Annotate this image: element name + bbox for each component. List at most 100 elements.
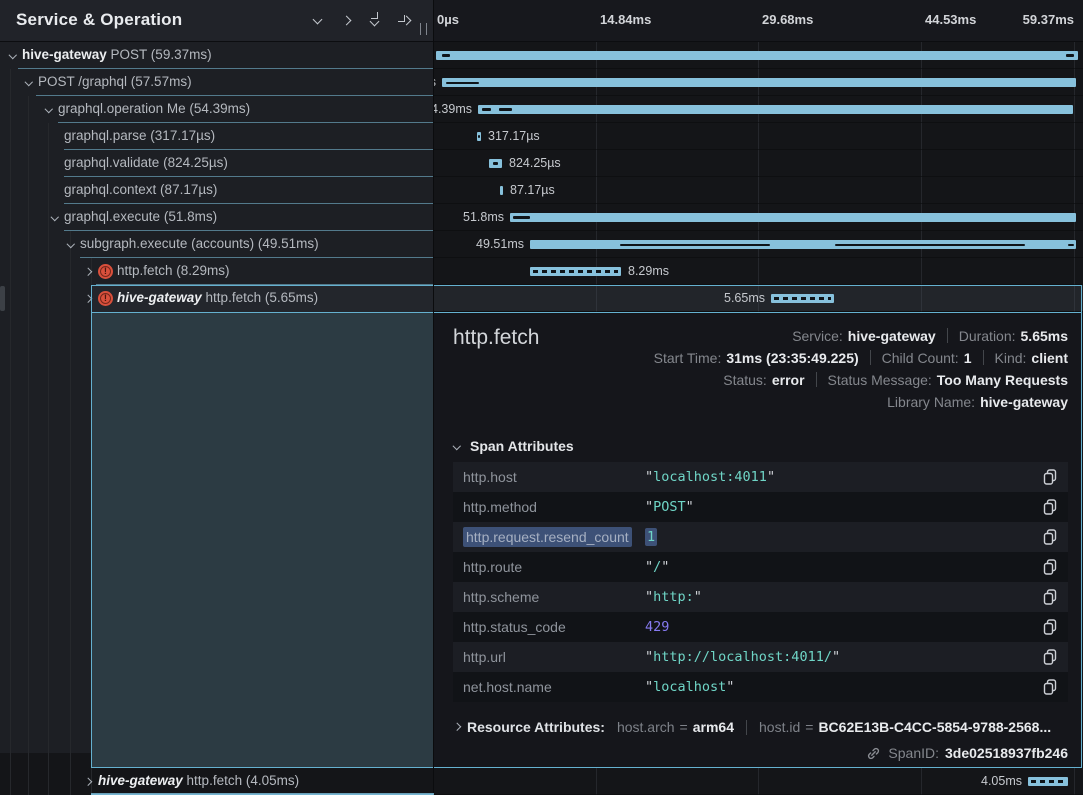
span-name-cell[interactable]: graphql.operation Me (54.39ms): [0, 96, 434, 123]
copy-icon[interactable]: [1043, 619, 1059, 635]
attribute-row[interactable]: http.scheme"http:": [453, 582, 1068, 612]
attribute-key: net.host.name: [463, 672, 552, 702]
attribute-key: http.url: [463, 642, 506, 672]
span-row[interactable]: subgraph.execute (accounts) (49.51ms)49.…: [0, 231, 1083, 258]
attribute-row[interactable]: http.url "http://localhost:4011/": [453, 642, 1068, 672]
span-attributes-table: http.host"localhost:4011"http.method"POS…: [453, 462, 1068, 702]
span-row[interactable]: hive-gateway POST (59.37ms): [0, 42, 1083, 69]
span-name-cell[interactable]: hive-gateway http.fetch (5.65ms): [0, 285, 434, 312]
panel-divider[interactable]: [433, 0, 434, 795]
chevron-right-icon[interactable]: [84, 294, 96, 306]
scroll-indicator[interactable]: [0, 286, 5, 311]
trace-viewer: 0µs14.84ms29.68ms44.53ms59.37ms Service …: [0, 0, 1083, 795]
service-name: hive-gateway: [117, 290, 202, 305]
span-timeline-cell[interactable]: 51.8ms: [434, 204, 1083, 231]
duration-label: 51.8ms: [463, 210, 504, 224]
span-name-cell[interactable]: graphql.parse (317.17µs): [0, 123, 434, 150]
chevron-down-icon[interactable]: [50, 213, 62, 225]
span-timeline-cell[interactable]: 824.25µs: [434, 150, 1083, 177]
attribute-row[interactable]: http.method"POST": [453, 492, 1068, 522]
span-row[interactable]: graphql.context (87.17µs)87.17µs: [0, 177, 1083, 204]
span-row[interactable]: graphql.execute (51.8ms) 51.8ms: [0, 204, 1083, 231]
span-bar[interactable]: [1028, 777, 1068, 786]
span-row[interactable]: POST /graphql (57.57ms)57.57ms: [0, 69, 1083, 96]
copy-icon[interactable]: [1043, 529, 1059, 545]
span-name-cell[interactable]: http.fetch (8.29ms): [0, 258, 434, 285]
span-timeline-cell[interactable]: [434, 42, 1083, 69]
span-row[interactable]: hive-gateway http.fetch (5.65ms)5.65ms: [0, 285, 1083, 312]
span-row[interactable]: graphql.validate (824.25µs)824.25µs: [0, 150, 1083, 177]
copy-icon[interactable]: [1043, 559, 1059, 575]
duration-label: 4.05ms: [981, 774, 1022, 788]
span-bar[interactable]: [442, 78, 1076, 87]
chevron-down-icon[interactable]: [8, 51, 20, 63]
span-timeline-cell[interactable]: 8.29ms: [434, 258, 1083, 285]
resource-equals: =: [805, 719, 813, 735]
attribute-row[interactable]: http.request.resend_count1: [453, 522, 1068, 552]
self-time-mark: [513, 216, 530, 219]
attribute-value: "http://localhost:4011/": [645, 642, 840, 672]
meta-value: 31ms (23:35:49.225): [726, 350, 858, 366]
chevron-right-icon[interactable]: [342, 15, 354, 27]
double-chevron-down-icon[interactable]: [369, 12, 381, 24]
span-bar[interactable]: [510, 213, 1076, 222]
span-meta-line: Library Name:hive-gateway: [887, 393, 1068, 410]
span-timeline-cell[interactable]: 4.05ms: [434, 768, 1083, 795]
span-bar[interactable]: [489, 159, 502, 168]
chevron-down-icon[interactable]: [44, 105, 56, 117]
copy-icon[interactable]: [1043, 499, 1059, 515]
chevron-down-icon[interactable]: [452, 442, 464, 454]
panel-resize-handle[interactable]: [420, 23, 427, 35]
span-attributes-header[interactable]: Span Attributes: [453, 438, 574, 456]
span-row[interactable]: http.fetch (8.29ms)8.29ms: [0, 258, 1083, 285]
span-name-cell[interactable]: graphql.context (87.17µs): [0, 177, 434, 204]
chevron-down-icon[interactable]: [66, 240, 78, 252]
span-timeline-cell[interactable]: 5.65ms: [434, 285, 1083, 312]
bar-dashes: [533, 270, 618, 273]
chevron-right-icon[interactable]: [84, 267, 96, 279]
span-label: graphql.parse (317.17µs): [64, 123, 215, 149]
chevron-down-icon[interactable]: [24, 78, 36, 90]
span-name-cell[interactable]: POST /graphql (57.57ms): [0, 69, 434, 96]
span-bar[interactable]: [530, 240, 1076, 249]
error-icon: [98, 291, 113, 306]
span-row[interactable]: hive-gateway http.fetch (4.05ms) 4.05ms: [0, 768, 1083, 795]
span-bar[interactable]: [436, 51, 1078, 60]
span-name-cell[interactable]: hive-gateway POST (59.37ms): [0, 42, 434, 69]
attribute-value: "localhost:4011": [645, 462, 775, 492]
span-name-cell[interactable]: graphql.execute (51.8ms): [0, 204, 434, 231]
chevron-right-icon[interactable]: [453, 722, 467, 734]
attribute-row[interactable]: http.route"/": [453, 552, 1068, 582]
copy-icon[interactable]: [1043, 679, 1059, 695]
chevron-right-icon[interactable]: [84, 777, 96, 789]
meta-value: error: [772, 372, 805, 388]
span-timeline-cell[interactable]: 87.17µs: [434, 177, 1083, 204]
span-bar[interactable]: [771, 294, 834, 303]
span-timeline-cell[interactable]: 57.57ms: [434, 69, 1083, 96]
span-timeline-cell[interactable]: 54.39ms: [434, 96, 1083, 123]
attribute-row[interactable]: net.host.name"localhost": [453, 672, 1068, 702]
span-timeline-cell[interactable]: 317.17µs: [434, 123, 1083, 150]
span-bar[interactable]: [478, 105, 1073, 114]
span-bar[interactable]: [477, 132, 481, 141]
chevron-down-icon[interactable]: [312, 15, 324, 27]
bar-dashes: [1031, 780, 1065, 783]
attribute-row[interactable]: http.status_code429: [453, 612, 1068, 642]
span-name-cell[interactable]: graphql.validate (824.25µs): [0, 150, 434, 177]
copy-icon[interactable]: [1043, 649, 1059, 665]
span-bar[interactable]: [530, 267, 621, 276]
span-name-cell[interactable]: subgraph.execute (accounts) (49.51ms): [0, 231, 434, 258]
resource-attributes[interactable]: Resource Attributes: host.arch=arm64host…: [453, 716, 1051, 738]
copy-icon[interactable]: [1043, 469, 1059, 485]
resource-key: host.id: [759, 719, 800, 735]
span-row[interactable]: graphql.operation Me (54.39ms)54.39ms: [0, 96, 1083, 123]
copy-icon[interactable]: [1043, 589, 1059, 605]
span-name-cell[interactable]: hive-gateway http.fetch (4.05ms): [0, 768, 434, 795]
meta-label: Start Time:: [654, 350, 722, 366]
span-row[interactable]: graphql.parse (317.17µs) 317.17µs: [0, 123, 1083, 150]
span-timeline-cell[interactable]: 49.51ms: [434, 231, 1083, 258]
self-time-mark: [493, 162, 498, 165]
span-bar[interactable]: [500, 186, 503, 195]
double-chevron-right-icon[interactable]: [396, 15, 408, 27]
attribute-row[interactable]: http.host"localhost:4011": [453, 462, 1068, 492]
